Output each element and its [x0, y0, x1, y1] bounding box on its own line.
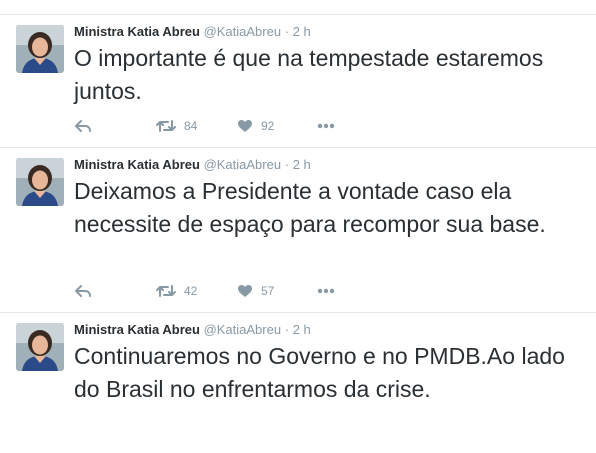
more-icon — [317, 288, 335, 294]
author-handle[interactable]: @KatiaAbreu — [204, 24, 282, 39]
like-count: 57 — [261, 284, 275, 298]
tweet-header: Ministra Katia Abreu @KatiaAbreu · 2 h — [74, 322, 311, 338]
more-icon — [317, 123, 335, 129]
avatar[interactable] — [16, 158, 64, 206]
like-button[interactable]: 57 — [237, 281, 274, 301]
author-name[interactable]: Ministra Katia Abreu — [74, 322, 200, 337]
retweet-button[interactable]: 42 — [156, 281, 197, 301]
avatar[interactable] — [16, 323, 64, 371]
retweet-button[interactable]: 84 — [156, 116, 197, 136]
header-separator: · — [284, 24, 290, 39]
retweet-count: 84 — [184, 119, 198, 133]
tweet-header: Ministra Katia Abreu @KatiaAbreu · 2 h — [74, 24, 311, 40]
reply-icon — [75, 120, 91, 132]
tweet-header: Ministra Katia Abreu @KatiaAbreu · 2 h — [74, 157, 311, 173]
tweet-2[interactable]: Ministra Katia Abreu @KatiaAbreu · 2 h D… — [0, 148, 596, 313]
previous-tweet-fade — [180, 0, 380, 5]
timeline: Ministra Katia Abreu @KatiaAbreu · 2 h O… — [0, 15, 596, 453]
author-name[interactable]: Ministra Katia Abreu — [74, 157, 200, 172]
header-separator: · — [284, 322, 290, 337]
heart-icon — [238, 285, 252, 297]
author-name[interactable]: Ministra Katia Abreu — [74, 24, 200, 39]
retweet-icon — [156, 120, 176, 132]
tweet-timestamp[interactable]: 2 h — [293, 322, 311, 337]
previous-tweet-edge — [0, 0, 596, 15]
heart-icon — [238, 120, 252, 132]
header-separator: · — [284, 157, 290, 172]
tweet-text: O importante é que na tempestade estarem… — [74, 45, 544, 104]
like-count: 92 — [261, 119, 275, 133]
more-button[interactable] — [317, 116, 335, 136]
retweet-icon — [156, 285, 176, 297]
tweet-text: Continuaremos no Governo e no PMDB.Ao la… — [74, 343, 565, 402]
author-handle[interactable]: @KatiaAbreu — [204, 322, 282, 337]
retweet-count: 42 — [184, 284, 198, 298]
author-handle[interactable]: @KatiaAbreu — [204, 157, 282, 172]
like-button[interactable]: 92 — [237, 116, 274, 136]
reply-button[interactable] — [74, 116, 92, 136]
reply-button[interactable] — [74, 281, 92, 301]
tweet-timestamp[interactable]: 2 h — [293, 24, 311, 39]
more-button[interactable] — [317, 281, 335, 301]
tweet-timestamp[interactable]: 2 h — [293, 157, 311, 172]
reply-icon — [75, 285, 91, 297]
tweet-text: Deixamos a Presidente a vontade caso ela… — [74, 178, 546, 237]
tweet-3[interactable]: Ministra Katia Abreu @KatiaAbreu · 2 h C… — [0, 313, 596, 453]
avatar[interactable] — [16, 25, 64, 73]
tweet-1[interactable]: Ministra Katia Abreu @KatiaAbreu · 2 h O… — [0, 15, 596, 148]
